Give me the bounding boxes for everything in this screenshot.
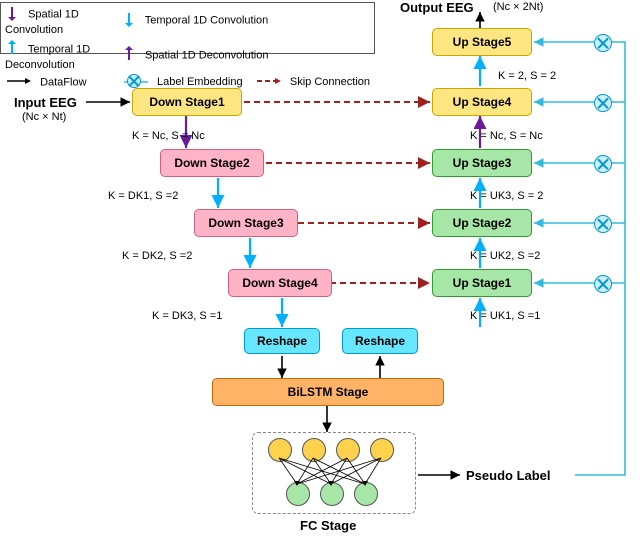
dataflow-icon	[5, 76, 31, 89]
up-stage4: Up Stage4	[432, 88, 532, 116]
output-eeg-label: Output EEG	[400, 0, 474, 15]
up-stage2: Up Stage2	[432, 209, 532, 237]
bilstm-stage: BiLSTM Stage	[212, 378, 444, 406]
legend-skip: Skip Connection	[290, 76, 370, 88]
label-embed-node-4	[594, 94, 612, 112]
label-embed-node-5	[594, 34, 612, 52]
down-stage1: Down Stage1	[132, 88, 242, 116]
label-embed-node-1	[594, 275, 612, 293]
legend-spatial-deconv: Spatial 1D Deconvolution	[145, 49, 269, 61]
up-k5: K = 2, S = 2	[498, 70, 556, 82]
down-stage4: Down Stage4	[228, 269, 332, 297]
reshape-left: Reshape	[244, 328, 320, 354]
fc-stage-label: FC Stage	[300, 518, 356, 533]
spatial-conv-icon	[5, 5, 19, 24]
label-embed-node-3	[594, 155, 612, 173]
reshape-right: Reshape	[342, 328, 418, 354]
legend-temporal-conv: Temporal 1D Convolution	[145, 14, 269, 26]
pseudo-label: Pseudo Label	[466, 468, 551, 483]
fc-out-node	[320, 482, 344, 506]
up-stage3: Up Stage3	[432, 149, 532, 177]
up-stage5: Up Stage5	[432, 28, 532, 56]
down-k2: K = DK1, S =2	[108, 190, 178, 202]
fc-in-node	[370, 438, 394, 462]
up-stage1: Up Stage1	[432, 269, 532, 297]
down-stage2: Down Stage2	[160, 149, 264, 177]
spatial-deconv-icon	[122, 46, 136, 65]
diagram-canvas: Spatial 1D Convolution Temporal 1D Convo…	[0, 0, 640, 547]
temporal-conv-icon	[122, 11, 136, 30]
temporal-deconv-icon	[5, 40, 19, 59]
input-eeg-label: Input EEG	[14, 95, 77, 110]
label-embed-node-2	[594, 215, 612, 233]
input-eeg-dim: (Nc × Nt)	[22, 111, 66, 123]
fc-in-node	[302, 438, 326, 462]
skip-icon	[255, 76, 281, 89]
fc-out-node	[354, 482, 378, 506]
down-stage3: Down Stage3	[194, 209, 298, 237]
up-k1: K = UK1, S =1	[470, 310, 540, 322]
down-k1: K = Nc, S = Nc	[132, 130, 205, 142]
legend-box: Spatial 1D Convolution Temporal 1D Convo…	[0, 2, 375, 54]
label-embed-icon	[122, 75, 148, 89]
up-k3: K = UK3, S = 2	[470, 190, 543, 202]
fc-out-node	[286, 482, 310, 506]
legend-label-embed: Label Embedding	[157, 76, 243, 88]
up-k2: K = UK2, S =2	[470, 250, 540, 262]
fc-in-node	[268, 438, 292, 462]
fc-in-node	[336, 438, 360, 462]
legend-dataflow: DataFlow	[40, 76, 86, 88]
down-k3: K = DK2, S =2	[122, 250, 192, 262]
down-k4: K = DK3, S =1	[152, 310, 222, 322]
up-k4: K = Nc, S = Nc	[470, 130, 543, 142]
output-eeg-dim: (Nc × 2Nt)	[493, 1, 543, 13]
